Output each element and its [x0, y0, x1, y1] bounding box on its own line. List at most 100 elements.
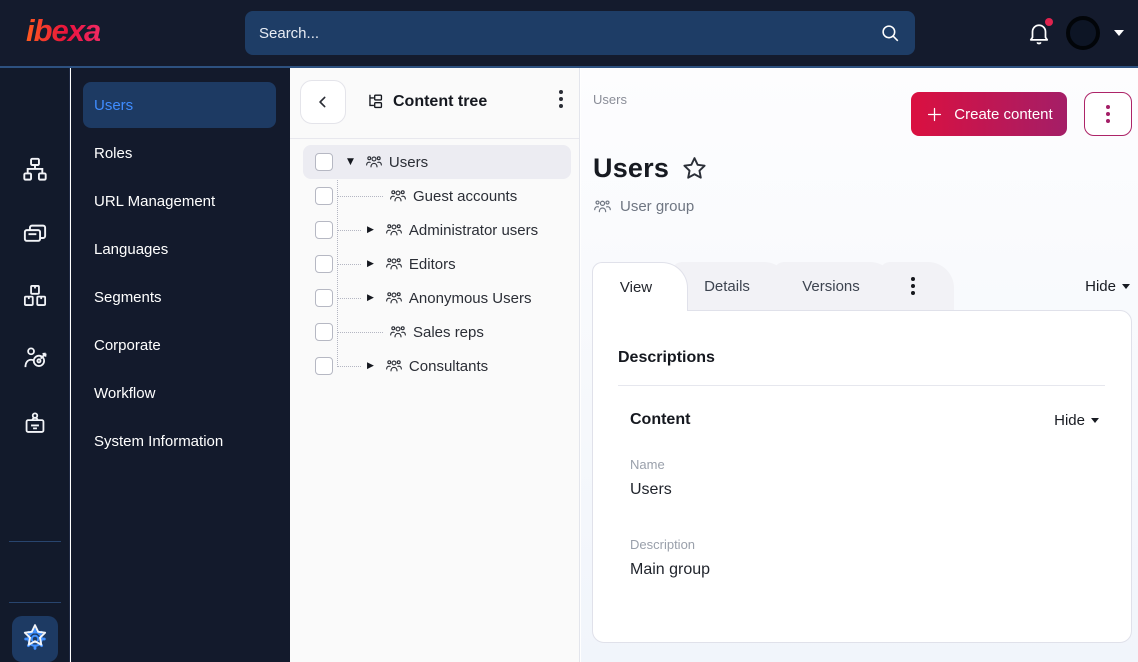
badge-icon — [21, 410, 48, 437]
rail-item-sitemap[interactable] — [21, 156, 48, 183]
pages-icon — [21, 220, 48, 247]
sidebar-item-label: System Information — [94, 432, 224, 450]
field-value: Main group — [630, 561, 711, 578]
collapse-tree-button[interactable] — [300, 80, 346, 124]
content-group-hide-toggle[interactable]: Hide — [1054, 412, 1099, 429]
tree-item-guest-accounts[interactable]: Guest accounts — [290, 179, 579, 213]
sidebar-item-label: Users — [94, 96, 134, 114]
tree-item-administrator-users[interactable]: ▶ Administrator users — [290, 213, 579, 247]
search-icon[interactable] — [879, 22, 901, 44]
sidebar-item-segments[interactable]: Segments — [83, 274, 276, 320]
tree-item-label: Sales reps — [413, 323, 484, 341]
search-input[interactable] — [259, 24, 879, 42]
user-avatar[interactable] — [1066, 16, 1100, 50]
tree-item-checkbox[interactable] — [315, 357, 333, 375]
rail-item-badge[interactable] — [21, 410, 48, 437]
top-bar: ibexa — [0, 0, 1138, 66]
star-icon[interactable] — [21, 622, 48, 649]
bookmark-star-icon[interactable] — [681, 155, 708, 182]
tree-connector — [337, 365, 361, 367]
sidebar-item-label: Workflow — [94, 384, 156, 402]
content-tree-panel: Content tree ▼ Users Guest accounts ▶ Ad… — [290, 68, 580, 662]
plus-icon — [925, 105, 944, 124]
content-tree-list: ▼ Users Guest accounts ▶ Administrator u… — [290, 145, 579, 383]
tree-item-checkbox[interactable] — [315, 221, 333, 239]
rail-divider — [9, 541, 61, 542]
rail-item-audience[interactable] — [21, 344, 48, 371]
tree-item-consultants[interactable]: ▶ Consultants — [290, 349, 579, 383]
tree-item-sales-reps[interactable]: Sales reps — [290, 315, 579, 349]
tree-item-label: Guest accounts — [413, 187, 518, 205]
field-name: Name Users — [630, 457, 672, 499]
page-title: Users — [593, 153, 670, 183]
user-menu-caret-icon[interactable] — [1114, 30, 1124, 36]
tab-bar: View Details Versions Hide — [592, 262, 1132, 311]
tree-item-label: Consultants — [408, 357, 489, 375]
main-content: Users Create content Users User group Vi… — [581, 68, 1138, 662]
kebab-icon — [911, 277, 915, 295]
tree-item-checkbox[interactable] — [315, 187, 333, 205]
sidebar-item-workflow[interactable]: Workflow — [83, 370, 276, 416]
user-group-icon — [389, 187, 407, 205]
sidebar-item-url-management[interactable]: URL Management — [83, 178, 276, 224]
user-group-icon — [385, 221, 403, 239]
rail-item-products[interactable] — [21, 282, 48, 309]
tree-item-label: Anonymous Users — [408, 289, 532, 307]
card-divider — [618, 385, 1105, 386]
field-description: Description Main group — [630, 537, 710, 579]
tree-item-checkbox[interactable] — [315, 323, 333, 341]
header-options-kebab-button[interactable] — [1084, 92, 1132, 136]
rail-item-pages[interactable] — [21, 220, 48, 247]
sidebar-item-label: Roles — [94, 144, 133, 162]
caret-down-icon[interactable]: ▼ — [347, 157, 354, 167]
view-card: Descriptions Content Hide Name Users Des… — [592, 310, 1132, 643]
tree-header-divider — [290, 138, 579, 139]
user-group-icon — [385, 289, 403, 307]
caret-right-icon[interactable]: ▶ — [367, 259, 374, 269]
content-type-label: User group — [620, 198, 695, 215]
tree-item-label: Administrator users — [408, 221, 539, 239]
user-group-icon — [385, 357, 403, 375]
content-tree-icon — [366, 92, 385, 111]
tree-item-checkbox[interactable] — [315, 255, 333, 273]
sidebar-item-label: Corporate — [94, 336, 161, 354]
tree-item-label: Editors — [408, 255, 456, 273]
sidebar-item-users[interactable]: Users — [83, 82, 276, 128]
sidebar-item-roles[interactable]: Roles — [83, 130, 276, 176]
tab-versions[interactable]: Versions — [774, 262, 896, 310]
caret-right-icon[interactable]: ▶ — [367, 225, 374, 235]
global-search[interactable] — [245, 11, 915, 55]
hide-preview-toggle[interactable]: Hide — [1085, 278, 1132, 295]
main-icon-rail — [0, 68, 70, 662]
tab-details[interactable]: Details — [672, 262, 790, 310]
tree-options-kebab-icon[interactable] — [559, 90, 563, 108]
descriptions-heading: Descriptions — [618, 349, 715, 366]
tree-connector — [337, 297, 361, 299]
tree-item-editors[interactable]: ▶ Editors — [290, 247, 579, 281]
tree-connector — [337, 263, 361, 265]
tree-item-users[interactable]: ▼ Users — [290, 145, 579, 179]
tree-item-anonymous-users[interactable]: ▶ Anonymous Users — [290, 281, 579, 315]
breadcrumb[interactable]: Users — [593, 92, 627, 107]
caret-right-icon[interactable]: ▶ — [367, 293, 374, 303]
tree-item-label: Users — [388, 153, 429, 171]
caret-right-icon[interactable]: ▶ — [367, 361, 374, 371]
user-group-icon — [593, 197, 612, 216]
tree-connector — [337, 195, 383, 197]
sidebar-item-corporate[interactable]: Corporate — [83, 322, 276, 368]
tree-item-checkbox[interactable] — [315, 153, 333, 171]
sidebar-item-system-information[interactable]: System Information — [83, 418, 276, 464]
ibexa-logo[interactable]: ibexa — [26, 13, 101, 49]
create-content-button[interactable]: Create content — [911, 92, 1067, 136]
sidebar-item-languages[interactable]: Languages — [83, 226, 276, 272]
tree-connector — [337, 229, 361, 231]
caret-down-icon — [1091, 417, 1099, 423]
user-group-icon — [385, 255, 403, 273]
tab-view[interactable]: View — [592, 262, 688, 311]
tree-item-checkbox[interactable] — [315, 289, 333, 307]
content-tree-title: Content tree — [393, 92, 488, 110]
user-group-icon — [365, 153, 383, 171]
sidebar-item-label: Segments — [94, 288, 162, 306]
notifications-bell-icon[interactable] — [1026, 18, 1053, 46]
field-label: Description — [630, 537, 696, 552]
